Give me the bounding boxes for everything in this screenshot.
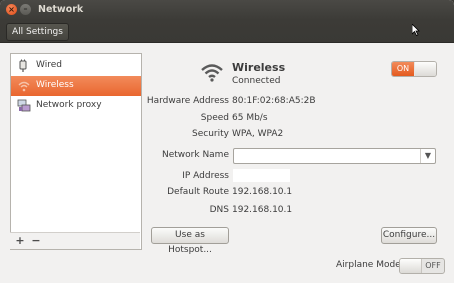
sidebar-item-wired[interactable]: Wired (11, 56, 141, 76)
network-name-label: Network Name (162, 150, 229, 160)
toggle-on-label: ON (392, 62, 414, 76)
dns-value: 192.168.10.1 (232, 205, 293, 215)
all-settings-button[interactable]: All Settings (6, 23, 69, 41)
sidebar-item-label: Network proxy (36, 100, 102, 110)
network-proxy-icon (17, 99, 31, 112)
dns-label: DNS (209, 205, 229, 215)
security-value: WPA, WPA2 (232, 129, 284, 139)
ip-address-value (233, 169, 290, 182)
hardware-address-value: 80:1F:02:68:A5:2B (232, 96, 316, 106)
sidebar-item-label: Wired (36, 60, 62, 70)
sidebar-item-label: Wireless (36, 80, 74, 90)
close-button[interactable]: × (6, 4, 17, 15)
window-title: Network (38, 4, 84, 15)
airplane-mode-label: Airplane Mode (336, 260, 401, 270)
chevron-down-icon[interactable]: ▼ (420, 149, 435, 163)
device-list: Wired Wireless Network proxy (10, 53, 142, 250)
security-label: Security (192, 129, 229, 139)
use-as-hotspot-button[interactable]: Use as Hotspot... (151, 227, 229, 255)
wifi-signal-icon (201, 64, 223, 82)
toggle-knob (400, 259, 422, 273)
wifi-icon (18, 81, 30, 92)
speed-label: Speed (200, 113, 229, 123)
network-window: × – Network All Settings Wired Wireless (0, 0, 454, 283)
configure-button[interactable]: Configure... (381, 227, 437, 244)
add-device-button[interactable]: + (13, 234, 27, 247)
remove-device-button[interactable]: − (29, 234, 43, 247)
network-name-combobox[interactable]: ▼ (233, 148, 436, 164)
minimize-button[interactable]: – (20, 4, 31, 15)
title-bar: × – Network (0, 0, 454, 20)
wireless-toggle[interactable]: ON (391, 61, 437, 77)
mouse-cursor-icon (412, 24, 420, 36)
toggle-knob (415, 62, 436, 76)
sidebar-item-network-proxy[interactable]: Network proxy (11, 96, 141, 116)
default-route-label: Default Route (167, 187, 229, 197)
wired-plug-icon (19, 59, 27, 72)
default-route-value: 192.168.10.1 (232, 187, 293, 197)
airplane-mode-toggle[interactable]: OFF (399, 258, 445, 274)
device-status: Connected (232, 76, 281, 86)
speed-value: 65 Mb/s (232, 113, 268, 123)
device-title: Wireless (232, 61, 286, 74)
device-list-toolbar: + − (10, 232, 140, 249)
toggle-off-label: OFF (425, 261, 441, 270)
hardware-address-label: Hardware Address (146, 96, 229, 106)
sidebar-item-wireless[interactable]: Wireless (11, 76, 141, 96)
ip-address-label: IP Address (182, 171, 229, 181)
toolbar: All Settings (0, 20, 454, 43)
